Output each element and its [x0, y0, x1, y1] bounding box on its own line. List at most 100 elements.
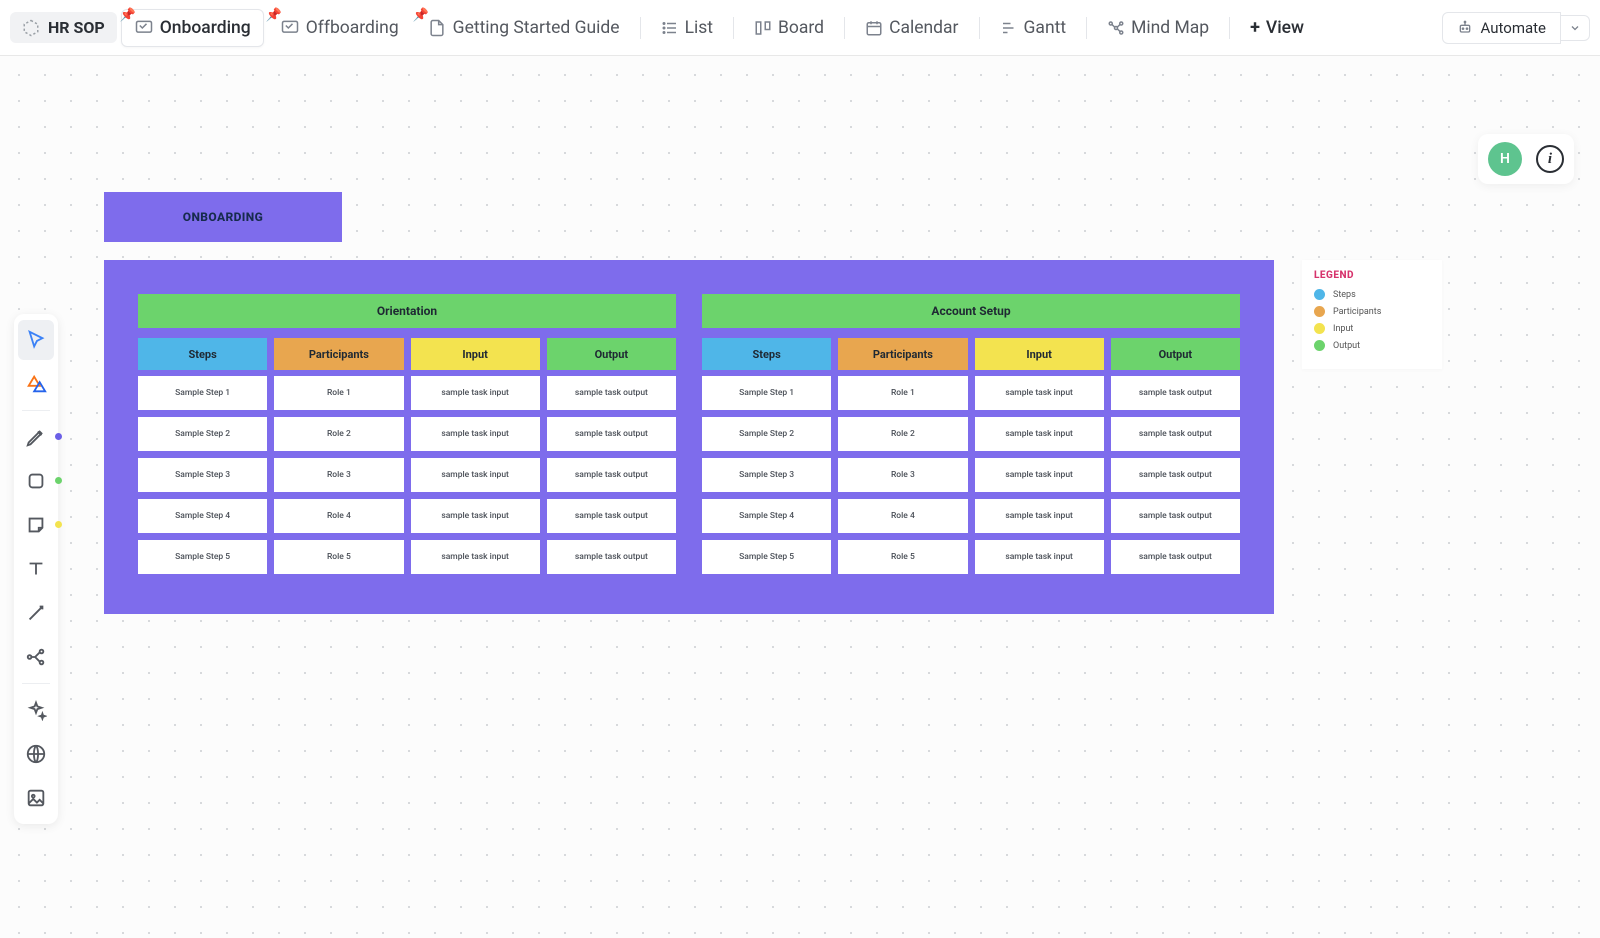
- tool-pen[interactable]: [18, 417, 54, 457]
- tab-offboarding[interactable]: 📌 Offboarding: [268, 10, 411, 46]
- section-label[interactable]: ONBOARDING: [104, 192, 342, 242]
- table-cell[interactable]: sample task output: [547, 499, 676, 533]
- tab-label: Board: [778, 18, 824, 38]
- tool-shape[interactable]: [18, 461, 54, 501]
- legend-label: Steps: [1333, 290, 1356, 300]
- automate-button[interactable]: Automate: [1442, 12, 1561, 44]
- table-cell[interactable]: sample task output: [1111, 458, 1240, 492]
- tool-image[interactable]: [18, 778, 54, 818]
- section-title[interactable]: Account Setup: [702, 294, 1240, 328]
- avatar-initial: H: [1500, 151, 1510, 167]
- table-cell[interactable]: sample task output: [547, 376, 676, 410]
- calendar-icon: [865, 19, 883, 37]
- tab-gantt[interactable]: Gantt: [988, 10, 1079, 46]
- table-cell[interactable]: sample task input: [411, 499, 540, 533]
- tool-cards[interactable]: [18, 364, 54, 404]
- table-cell[interactable]: Role 4: [838, 499, 967, 533]
- table-cell[interactable]: sample task input: [411, 458, 540, 492]
- text-icon: [25, 558, 47, 580]
- table-row: Sample Step 1Role 1sample task inputsamp…: [702, 376, 1240, 410]
- tool-ai[interactable]: [18, 690, 54, 730]
- canvas[interactable]: H i ONBOARDING OrientationStepsParticipa…: [0, 56, 1600, 938]
- board-section[interactable]: Orientation StepsParticipantsInputOutput S…: [138, 294, 676, 574]
- robot-icon: [1457, 20, 1473, 36]
- column-header[interactable]: Output: [1111, 338, 1240, 370]
- column-header[interactable]: Participants: [274, 338, 403, 370]
- table-cell[interactable]: sample task input: [975, 499, 1104, 533]
- table-row: Sample Step 4Role 4sample task inputsamp…: [702, 499, 1240, 533]
- avatar[interactable]: H: [1488, 142, 1522, 176]
- tab-board[interactable]: Board: [742, 10, 836, 46]
- table-cell[interactable]: Role 1: [274, 376, 403, 410]
- table-cell[interactable]: Sample Step 3: [702, 458, 831, 492]
- legend-title: LEGEND: [1314, 270, 1430, 281]
- table-cell[interactable]: Sample Step 2: [138, 417, 267, 451]
- column-header[interactable]: Steps: [138, 338, 267, 370]
- topbar: HR SOP 📌 Onboarding 📌 Offboarding 📌 Gett…: [0, 0, 1600, 56]
- tool-connector[interactable]: [18, 593, 54, 633]
- connector-icon: [25, 602, 47, 624]
- column-header[interactable]: Output: [547, 338, 676, 370]
- divider: [640, 17, 641, 39]
- table-cell[interactable]: Sample Step 5: [702, 540, 831, 574]
- table-cell[interactable]: Sample Step 4: [702, 499, 831, 533]
- tool-web[interactable]: [18, 734, 54, 774]
- tool-text[interactable]: [18, 549, 54, 589]
- column-header[interactable]: Input: [411, 338, 540, 370]
- table-cell[interactable]: sample task input: [411, 417, 540, 451]
- board-section[interactable]: Account Setup StepsParticipantsInputOutpu…: [702, 294, 1240, 574]
- table-cell[interactable]: Role 5: [838, 540, 967, 574]
- tool-sticky[interactable]: [18, 505, 54, 545]
- shape-icon: [25, 470, 47, 492]
- table-cell[interactable]: Sample Step 1: [138, 376, 267, 410]
- table-cell[interactable]: sample task output: [1111, 540, 1240, 574]
- table-cell[interactable]: Role 5: [274, 540, 403, 574]
- table-cell[interactable]: sample task output: [547, 417, 676, 451]
- table-cell[interactable]: sample task output: [1111, 417, 1240, 451]
- table-cell[interactable]: Sample Step 4: [138, 499, 267, 533]
- tab-getting-started[interactable]: 📌 Getting Started Guide: [415, 10, 632, 46]
- board[interactable]: OrientationStepsParticipantsInputOutputS…: [104, 260, 1274, 614]
- table-cell[interactable]: sample task input: [975, 458, 1104, 492]
- automate-dropdown[interactable]: [1561, 15, 1590, 41]
- table-cell[interactable]: Role 2: [274, 417, 403, 451]
- legend-label: Output: [1333, 341, 1360, 351]
- tab-onboarding[interactable]: 📌 Onboarding: [121, 9, 264, 47]
- table-cell[interactable]: Role 2: [838, 417, 967, 451]
- table-cell[interactable]: Sample Step 2: [702, 417, 831, 451]
- table-cell[interactable]: Sample Step 5: [138, 540, 267, 574]
- legend[interactable]: LEGEND StepsParticipantsInputOutput: [1302, 260, 1442, 369]
- cards-icon: [25, 373, 47, 395]
- relations-icon: [25, 646, 47, 668]
- table-cell[interactable]: Role 3: [838, 458, 967, 492]
- tab-label: Onboarding: [160, 18, 251, 38]
- info-button[interactable]: i: [1536, 145, 1564, 173]
- breadcrumb[interactable]: HR SOP: [10, 12, 117, 43]
- tab-mindmap[interactable]: Mind Map: [1095, 10, 1221, 46]
- table-cell[interactable]: Sample Step 3: [138, 458, 267, 492]
- table-cell[interactable]: Role 3: [274, 458, 403, 492]
- table-cell[interactable]: Role 1: [838, 376, 967, 410]
- tab-list[interactable]: List: [649, 10, 725, 46]
- table-cell[interactable]: sample task input: [975, 540, 1104, 574]
- table-cell[interactable]: sample task input: [411, 540, 540, 574]
- add-view-button[interactable]: + View: [1238, 9, 1316, 46]
- table-cell[interactable]: sample task input: [975, 417, 1104, 451]
- tab-calendar[interactable]: Calendar: [853, 10, 970, 46]
- column-header[interactable]: Participants: [838, 338, 967, 370]
- tool-relations[interactable]: [18, 637, 54, 677]
- column-header[interactable]: Input: [975, 338, 1104, 370]
- column-header[interactable]: Steps: [702, 338, 831, 370]
- table-cell[interactable]: sample task output: [1111, 499, 1240, 533]
- table-cell[interactable]: Role 4: [274, 499, 403, 533]
- add-view-label: View: [1266, 18, 1304, 38]
- table-cell[interactable]: Sample Step 1: [702, 376, 831, 410]
- table-cell[interactable]: sample task output: [1111, 376, 1240, 410]
- divider: [22, 683, 50, 684]
- tool-select[interactable]: [18, 320, 54, 360]
- table-cell[interactable]: sample task output: [547, 458, 676, 492]
- table-cell[interactable]: sample task input: [975, 376, 1104, 410]
- table-cell[interactable]: sample task input: [411, 376, 540, 410]
- table-cell[interactable]: sample task output: [547, 540, 676, 574]
- section-title[interactable]: Orientation: [138, 294, 676, 328]
